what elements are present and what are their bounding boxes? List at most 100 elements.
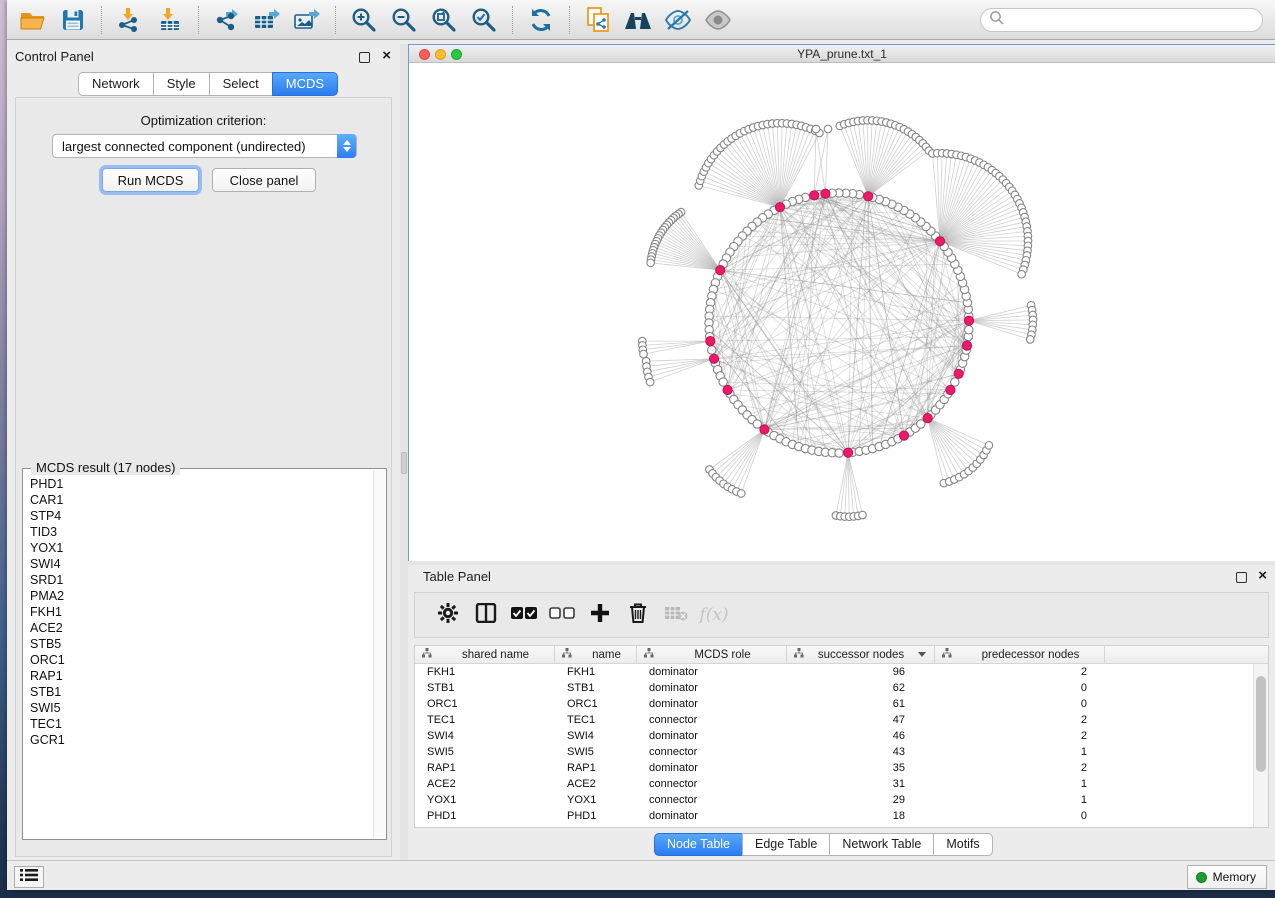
table-row[interactable]: RAP1RAP1dominator352 xyxy=(415,760,1253,776)
mcds-result-item[interactable]: PMA2 xyxy=(24,588,372,604)
column-visibility-button[interactable] xyxy=(467,597,505,633)
tab-network-table[interactable]: Network Table xyxy=(829,833,934,856)
mcds-result-item[interactable]: ORC1 xyxy=(24,652,372,668)
deselect-all-button[interactable] xyxy=(543,597,581,633)
float-panel-icon[interactable] xyxy=(359,52,370,63)
add-column-button[interactable] xyxy=(581,597,619,633)
float-table-panel-icon[interactable] xyxy=(1236,572,1247,583)
table-row[interactable]: YOX1YOX1connector291 xyxy=(415,792,1253,808)
export-table-icon xyxy=(254,8,280,32)
table-row[interactable]: PHD1PHD1dominator180 xyxy=(415,808,1253,824)
tab-mcds[interactable]: MCDS xyxy=(272,72,338,96)
open-session-button[interactable] xyxy=(15,3,51,37)
criterion-select[interactable]: largest connected component (undirected) xyxy=(52,134,357,158)
run-mcds-button[interactable]: Run MCDS xyxy=(102,168,199,192)
mcds-result-item[interactable]: SWI4 xyxy=(24,556,372,572)
network-canvas[interactable] xyxy=(409,63,1275,561)
export-network-button[interactable] xyxy=(209,3,245,37)
network-window-titlebar[interactable]: YPA_prune.txt_1 xyxy=(409,45,1275,63)
column-header-successor-nodes[interactable]: successor nodes xyxy=(787,646,935,663)
column-header-MCDS-role[interactable]: MCDS role xyxy=(637,646,787,663)
mcds-result-item[interactable]: STB5 xyxy=(24,636,372,652)
column-header-shared-name[interactable]: shared name xyxy=(415,646,555,663)
mcds-result-item[interactable]: SRD1 xyxy=(24,572,372,588)
table-row[interactable]: ORC1ORC1dominator610 xyxy=(415,696,1253,712)
table-cell: connector xyxy=(637,778,787,790)
table-cell: 1 xyxy=(935,778,1105,790)
zoom-selected-button[interactable] xyxy=(466,3,502,37)
tab-motifs[interactable]: Motifs xyxy=(933,833,992,856)
table-row[interactable]: SWI4SWI4dominator462 xyxy=(415,728,1253,744)
mcds-list-scrollbar[interactable] xyxy=(373,470,386,838)
table-scrollbar[interactable] xyxy=(1253,664,1268,827)
table-cell: RAP1 xyxy=(415,762,555,774)
hide-graphics-button[interactable] xyxy=(660,3,696,37)
mcds-result-item[interactable]: PHD1 xyxy=(24,476,372,492)
table-row[interactable]: TEC1TEC1connector472 xyxy=(415,712,1253,728)
close-table-panel-icon[interactable]: × xyxy=(1258,567,1267,584)
binoculars-button[interactable] xyxy=(620,3,656,37)
checked-boxes-icon xyxy=(511,606,537,625)
select-all-button[interactable] xyxy=(505,597,543,633)
mcds-result-legend: MCDS result (17 nodes) xyxy=(31,460,180,475)
mcds-result-item[interactable]: RAP1 xyxy=(24,668,372,684)
tab-style[interactable]: Style xyxy=(153,72,210,96)
show-graphics-button[interactable] xyxy=(700,3,736,37)
chevron-down-icon[interactable] xyxy=(918,652,926,657)
table-cell: 62 xyxy=(787,682,935,694)
column-header-predecessor-nodes[interactable]: predecessor nodes xyxy=(935,646,1105,663)
table-row[interactable]: FKH1FKH1dominator962 xyxy=(415,664,1253,680)
delete-column-button[interactable] xyxy=(619,597,657,633)
mcds-result-item[interactable]: SWI5 xyxy=(24,700,372,716)
save-session-button[interactable] xyxy=(55,3,91,37)
zoom-fit-button[interactable] xyxy=(426,3,462,37)
table-cell: dominator xyxy=(637,762,787,774)
close-panel-button[interactable]: Close panel xyxy=(212,168,316,192)
refresh-layout-button[interactable] xyxy=(523,3,559,37)
column-header-name[interactable]: name xyxy=(555,646,637,663)
table-row[interactable]: ACE2ACE2connector311 xyxy=(415,776,1253,792)
table-row[interactable]: STB1STB1dominator620 xyxy=(415,680,1253,696)
table-cell: 43 xyxy=(787,746,935,758)
table-cell: PHD1 xyxy=(415,810,555,822)
close-panel-icon[interactable]: × xyxy=(382,47,391,64)
attribute-icon xyxy=(422,648,432,661)
open-folder-icon xyxy=(20,9,46,31)
export-image-button[interactable] xyxy=(289,3,325,37)
binoculars-icon xyxy=(624,9,652,31)
tab-node-table[interactable]: Node Table xyxy=(654,833,743,856)
table-cell: connector xyxy=(637,794,787,806)
table-cell: TEC1 xyxy=(415,714,555,726)
mcds-result-item[interactable]: GCR1 xyxy=(24,732,372,748)
vertical-splitter[interactable] xyxy=(400,44,408,860)
table-scrollbar-thumb[interactable] xyxy=(1256,676,1266,772)
mcds-result-item[interactable]: TID3 xyxy=(24,524,372,540)
mcds-result-item[interactable]: STB1 xyxy=(24,684,372,700)
table-cell: ACE2 xyxy=(415,778,555,790)
table-cell: dominator xyxy=(637,810,787,822)
search-input[interactable] xyxy=(1005,13,1245,27)
import-table-button[interactable] xyxy=(152,3,188,37)
search-box[interactable] xyxy=(980,8,1263,32)
tab-select[interactable]: Select xyxy=(209,72,273,96)
table-row[interactable]: SWI5SWI5connector431 xyxy=(415,744,1253,760)
table-settings-button[interactable] xyxy=(429,597,467,633)
mcds-result-item[interactable]: STP4 xyxy=(24,508,372,524)
mcds-result-item[interactable]: TEC1 xyxy=(24,716,372,732)
tab-edge-table[interactable]: Edge Table xyxy=(742,833,830,856)
export-table-button[interactable] xyxy=(249,3,285,37)
duplicate-network-button[interactable] xyxy=(580,3,616,37)
import-network-button[interactable] xyxy=(112,3,148,37)
trash-icon xyxy=(628,602,648,629)
save-icon xyxy=(62,9,84,31)
mcds-result-item[interactable]: ACE2 xyxy=(24,620,372,636)
splitter-grip[interactable] xyxy=(401,452,407,474)
mcds-result-item[interactable]: YOX1 xyxy=(24,540,372,556)
tab-network[interactable]: Network xyxy=(78,72,154,96)
zoom-out-button[interactable] xyxy=(386,3,422,37)
mcds-result-item[interactable]: CAR1 xyxy=(24,492,372,508)
zoom-in-button[interactable] xyxy=(346,3,382,37)
mcds-result-item[interactable]: FKH1 xyxy=(24,604,372,620)
task-history-button[interactable] xyxy=(14,866,44,888)
memory-button[interactable]: Memory xyxy=(1187,865,1267,889)
